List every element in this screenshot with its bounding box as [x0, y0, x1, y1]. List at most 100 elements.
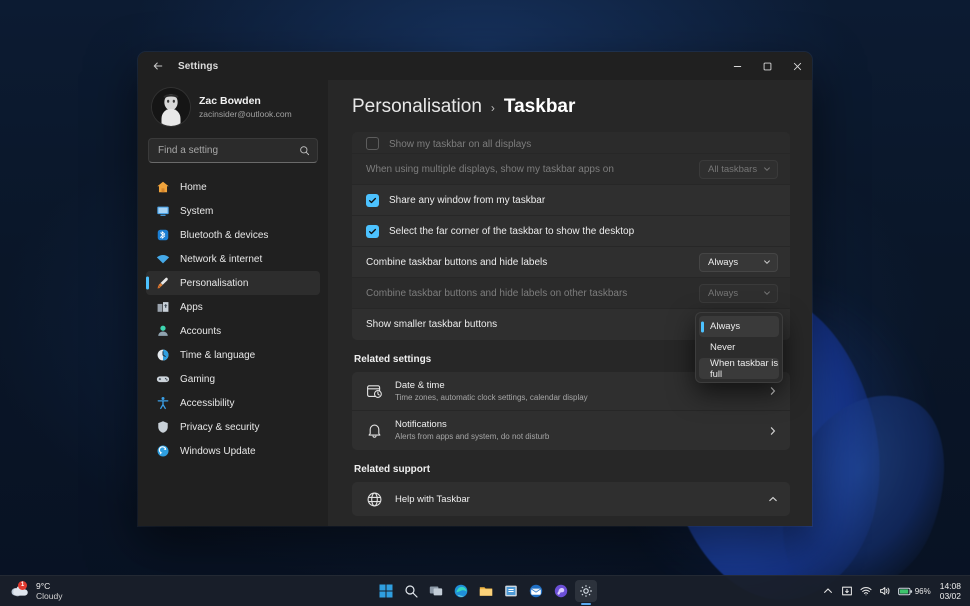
related-support-heading: Related support	[354, 464, 790, 475]
sidebar-nav: Home System Bluetooth & devices	[146, 175, 320, 463]
sidebar-item-label: Accounts	[180, 326, 221, 337]
setting-label: Combine taskbar buttons and hide labels	[366, 257, 689, 268]
sidebar-item-bluetooth[interactable]: Bluetooth & devices	[146, 223, 320, 247]
search-button[interactable]	[400, 580, 422, 602]
maximize-button[interactable]	[752, 52, 782, 80]
main-content: Personalisation › Taskbar Show my taskba…	[328, 80, 812, 526]
system-tray: 96% 14:08 03/02	[822, 581, 970, 601]
setting-label: Share any window from my taskbar	[389, 195, 778, 206]
sidebar-item-label: System	[180, 206, 213, 217]
page-title: Taskbar	[504, 96, 575, 118]
link-card-notifications[interactable]: Notifications Alerts from apps and syste…	[352, 411, 790, 450]
setting-row-multiple-displays-apps[interactable]: When using multiple displays, show my ta…	[352, 154, 790, 185]
sidebar-item-home[interactable]: Home	[146, 175, 320, 199]
combo-value: Always	[708, 257, 738, 268]
sidebar-item-label: Gaming	[180, 374, 215, 385]
sidebar-item-label: Accessibility	[180, 398, 234, 409]
combo-all-taskbars[interactable]: All taskbars	[699, 160, 778, 179]
avatar	[152, 88, 190, 126]
settings-window: Settings	[138, 52, 812, 526]
sidebar-item-privacy-security[interactable]: Privacy & security	[146, 415, 320, 439]
setting-label: Show my taskbar on all displays	[389, 139, 778, 150]
network-icon	[156, 252, 170, 266]
breadcrumb-parent[interactable]: Personalisation	[352, 96, 482, 118]
chevron-down-icon	[763, 289, 771, 297]
account-name: Zac Bowden	[199, 95, 292, 108]
clock[interactable]: 14:08 03/02	[938, 581, 961, 601]
task-view-button[interactable]	[425, 580, 447, 602]
file-explorer-button[interactable]	[475, 580, 497, 602]
store-button[interactable]	[500, 580, 522, 602]
link-card-subtitle: Alerts from apps and system, do not dist…	[395, 431, 756, 443]
dropdown-option-when-taskbar-is-full[interactable]: When taskbar is full	[699, 358, 779, 379]
setting-row-far-corner-show-desktop[interactable]: Select the far corner of the taskbar to …	[352, 216, 790, 247]
combo-combine-other-taskbars[interactable]: Always	[699, 284, 778, 303]
sidebar-item-system[interactable]: System	[146, 199, 320, 223]
copilot-button[interactable]	[550, 580, 572, 602]
search-icon	[299, 145, 310, 156]
weather-condition: Cloudy	[36, 591, 62, 601]
checkbox-checked-icon[interactable]	[366, 225, 379, 238]
globe-icon	[366, 491, 383, 508]
link-card-help-with-taskbar[interactable]: Help with Taskbar	[352, 482, 790, 516]
onedrive-icon[interactable]	[841, 585, 853, 597]
sidebar-item-label: Bluetooth & devices	[180, 230, 268, 241]
cloud-icon: 1	[10, 583, 30, 599]
notification-badge: 1	[18, 581, 27, 590]
dropdown-flyout-smaller-taskbar-buttons[interactable]: Always Never When taskbar is full	[695, 312, 783, 383]
battery-indicator[interactable]: 96%	[898, 586, 931, 597]
setting-row-combine-buttons-other[interactable]: Combine taskbar buttons and hide labels …	[352, 278, 790, 309]
accessibility-icon	[156, 396, 170, 410]
sidebar-item-network[interactable]: Network & internet	[146, 247, 320, 271]
outlook-button[interactable]	[525, 580, 547, 602]
chevron-right-icon[interactable]	[768, 386, 778, 396]
sidebar-item-gaming[interactable]: Gaming	[146, 367, 320, 391]
setting-row-share-any-window[interactable]: Share any window from my taskbar	[352, 185, 790, 216]
close-button[interactable]	[782, 52, 812, 80]
sidebar-item-apps[interactable]: Apps	[146, 295, 320, 319]
link-card-title: Notifications	[395, 418, 756, 431]
back-arrow-icon[interactable]	[146, 55, 170, 77]
sidebar-item-label: Time & language	[180, 350, 255, 361]
chevron-up-icon[interactable]	[822, 585, 834, 597]
sidebar-item-label: Privacy & security	[180, 422, 259, 433]
sidebar-item-windows-update[interactable]: Windows Update	[146, 439, 320, 463]
checkbox-checked-icon[interactable]	[366, 194, 379, 207]
speaker-icon[interactable]	[879, 585, 891, 597]
sidebar-item-accounts[interactable]: Accounts	[146, 319, 320, 343]
link-card-subtitle: Time zones, automatic clock settings, ca…	[395, 392, 756, 404]
battery-percent: 96%	[915, 587, 931, 596]
combo-value: All taskbars	[708, 164, 757, 175]
setting-row-show-taskbar-all-displays[interactable]: Show my taskbar on all displays	[352, 132, 790, 154]
breadcrumb: Personalisation › Taskbar	[328, 80, 812, 132]
sidebar-item-time-language[interactable]: Time & language	[146, 343, 320, 367]
shield-icon	[156, 420, 170, 434]
search-box[interactable]	[148, 138, 318, 163]
related-settings-group: Date & time Time zones, automatic clock …	[352, 372, 790, 450]
sidebar-item-personalisation[interactable]: Personalisation	[146, 271, 320, 295]
search-input[interactable]	[158, 145, 299, 156]
breadcrumb-separator: ›	[491, 101, 495, 115]
taskbar-app-buttons	[150, 580, 822, 602]
weather-widget[interactable]: 1 9°C Cloudy	[0, 581, 150, 601]
window-controls	[722, 52, 812, 80]
minimize-button[interactable]	[722, 52, 752, 80]
chevron-down-icon	[763, 165, 771, 173]
dropdown-option-always[interactable]: Always	[699, 316, 779, 337]
sidebar-item-accessibility[interactable]: Accessibility	[146, 391, 320, 415]
chevron-up-icon[interactable]	[768, 494, 778, 504]
start-button[interactable]	[375, 580, 397, 602]
sidebar-item-label: Windows Update	[180, 446, 256, 457]
chevron-right-icon[interactable]	[768, 426, 778, 436]
checkbox-unchecked-icon[interactable]	[366, 137, 379, 150]
wifi-icon[interactable]	[860, 585, 872, 597]
taskbar-behaviours-group: Show my taskbar on all displays When usi…	[352, 132, 790, 340]
window-titlebar[interactable]: Settings	[138, 52, 812, 80]
settings-button[interactable]	[575, 580, 597, 602]
calendar-clock-icon	[366, 383, 383, 400]
edge-button[interactable]	[450, 580, 472, 602]
dropdown-option-never[interactable]: Never	[699, 337, 779, 358]
setting-row-combine-buttons[interactable]: Combine taskbar buttons and hide labels …	[352, 247, 790, 278]
account-block[interactable]: Zac Bowden zacinsider@outlook.com	[146, 80, 320, 136]
combo-combine-taskbar-buttons[interactable]: Always	[699, 253, 778, 272]
